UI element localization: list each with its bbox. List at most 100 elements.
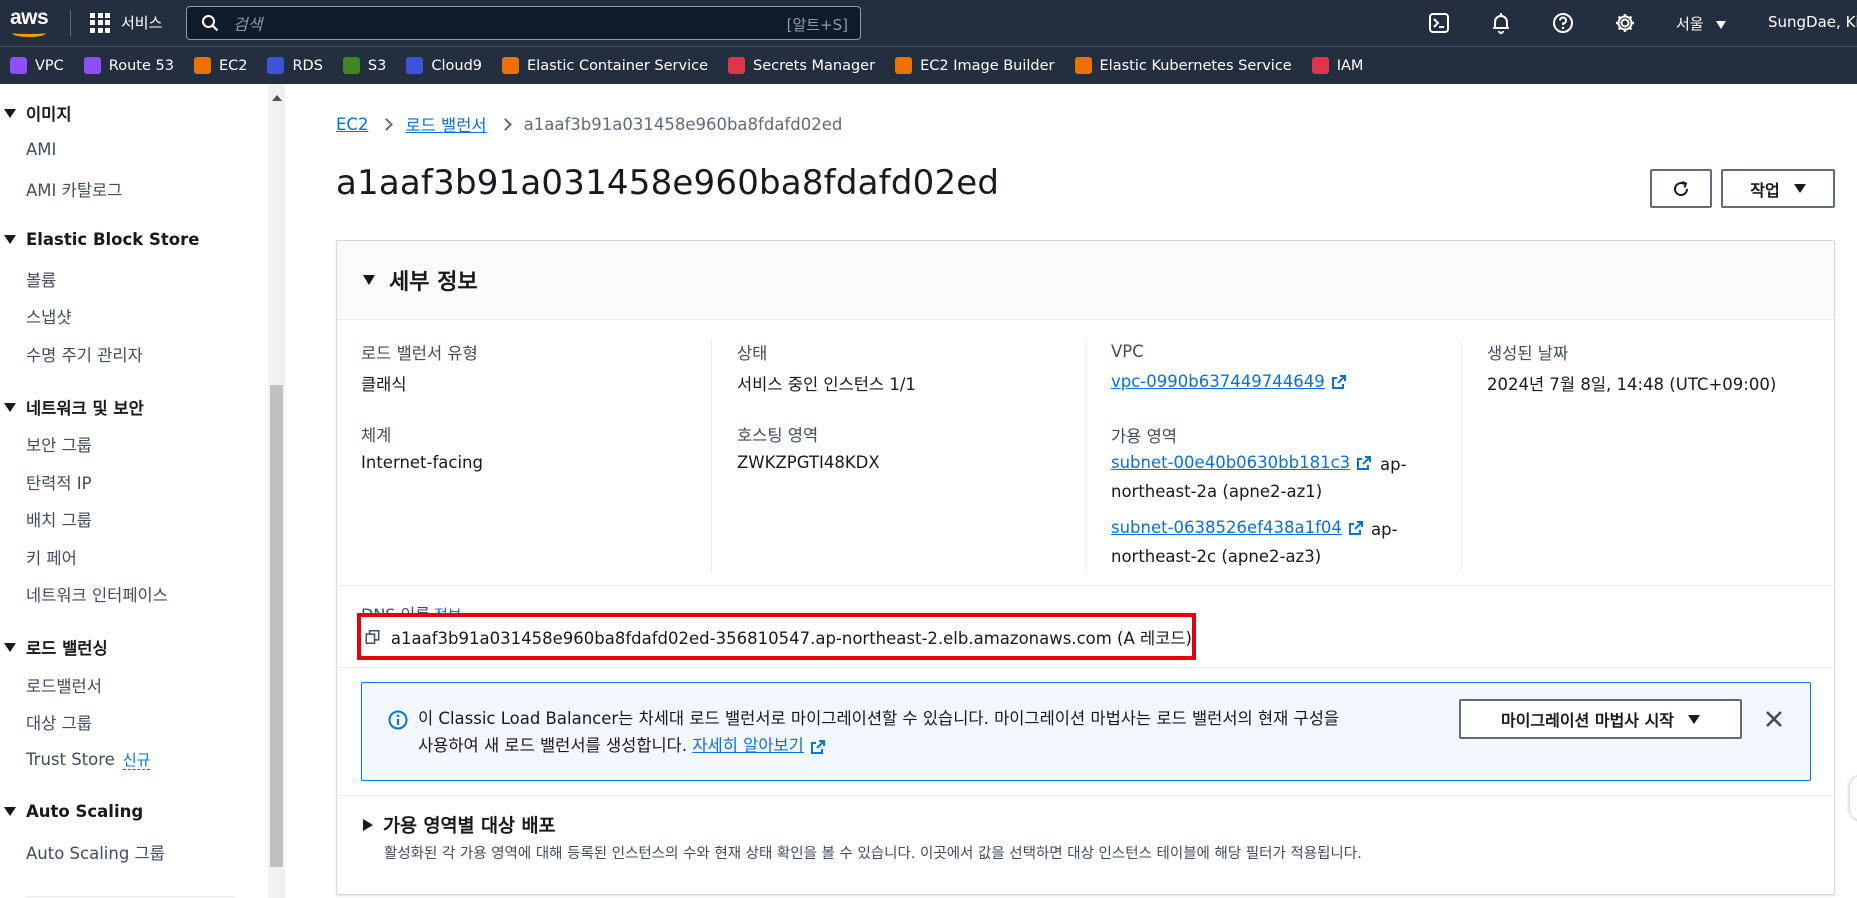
migration-info-alert: 이 Classic Load Balancer는 차세대 로드 밸런서로 마이그… <box>361 682 1811 781</box>
new-badge: 신규 <box>122 751 151 770</box>
favorite-ec2-image-builder[interactable]: EC2 Image Builder <box>895 57 1055 74</box>
service-icon <box>10 57 27 74</box>
aws-logo[interactable]: aws <box>10 7 50 39</box>
notifications-bell-icon[interactable] <box>1490 12 1512 34</box>
region-label: 서울 <box>1676 15 1704 33</box>
sidebar-item-target-groups[interactable]: 대상 그룹 <box>26 710 92 734</box>
sidebar-section-ebs[interactable]: Elastic Block Store <box>0 230 199 249</box>
lb-type-label: 로드 밸런서 유형 <box>361 344 478 363</box>
breadcrumb-load-balancers[interactable]: 로드 밸런서 <box>405 112 486 136</box>
lb-type-value: 클래식 <box>361 375 407 394</box>
services-menu-button[interactable]: 서비스 <box>90 12 162 33</box>
favorite-route-53[interactable]: Route 53 <box>83 57 174 74</box>
subnet-link[interactable]: subnet-0638526ef438a1f04 <box>1111 518 1364 537</box>
sidebar-section-title: 네트워크 및 보안 <box>26 399 144 418</box>
sidebar-section-auto-scaling[interactable]: Auto Scaling <box>0 802 143 821</box>
sidebar-item-auto-scaling-groups[interactable]: Auto Scaling 그룹 <box>26 840 165 864</box>
created-label: 생성된 날짜 <box>1487 344 1569 363</box>
favorites-bar: VPC Route 53 EC2 RDS S3 Cloud9 Elastic Contain… <box>0 46 1857 84</box>
service-icon <box>1074 57 1092 74</box>
sidebar-item-security-groups[interactable]: 보안 그룹 <box>26 432 92 456</box>
chevron-right-icon <box>498 117 512 131</box>
sidebar-scrollbar-thumb[interactable] <box>270 385 283 867</box>
favorite-secrets-manager[interactable]: Secrets Manager <box>728 57 875 74</box>
external-link-icon <box>1348 520 1363 535</box>
details-title: 세부 정보 <box>389 270 478 295</box>
service-icon <box>267 57 285 74</box>
caret-down-icon <box>363 275 375 285</box>
sidebar-section-title: Elastic Block Store <box>26 230 200 249</box>
sidebar-item-snapshots[interactable]: 스냅샷 <box>26 304 72 328</box>
favorite-label: Elastic Container Service <box>527 57 708 74</box>
sidebar-item-key-pairs[interactable]: 키 페어 <box>26 545 77 569</box>
scroll-up-arrow-icon[interactable] <box>272 95 282 101</box>
service-icon <box>342 57 360 74</box>
favorite-rds[interactable]: RDS <box>267 57 323 74</box>
favorite-elastic-kubernetes-service[interactable]: Elastic Kubernetes Service <box>1074 57 1292 74</box>
sidebar-section-images[interactable]: 이미지 <box>0 101 72 125</box>
subnet-zone-cont: northeast-2a (apne2-az1) <box>1111 482 1323 501</box>
favorite-elastic-container-service[interactable]: Elastic Container Service <box>502 57 708 74</box>
scheme-value: Internet-facing <box>361 453 483 472</box>
actions-button[interactable]: 작업 <box>1721 169 1835 208</box>
favorite-iam[interactable]: IAM <box>1311 57 1363 74</box>
hosted-zone-label: 호스팅 영역 <box>737 426 819 445</box>
sidebar-item-lifecycle-manager[interactable]: 수명 주기 관리자 <box>26 342 143 366</box>
az-distribution-header[interactable]: 가용 영역별 대상 배포 <box>361 812 556 838</box>
search-placeholder: 검색 <box>233 15 263 34</box>
sidebar-item-network-interfaces[interactable]: 네트워크 인터페이스 <box>26 582 168 606</box>
service-icon <box>728 57 745 74</box>
service-icon <box>83 57 101 74</box>
sidebar-item-placement-groups[interactable]: 배치 그룹 <box>26 507 92 531</box>
caret-right-icon <box>363 819 373 831</box>
sidebar-item-ami[interactable]: AMI <box>26 140 56 159</box>
section-divider <box>336 795 1835 796</box>
sidebar-section-title: 로드 밸런싱 <box>26 639 108 658</box>
subnet-link[interactable]: subnet-00e40b0630bb181c3 <box>1111 453 1372 472</box>
learn-more-link[interactable]: 자세히 알아보기 <box>692 736 826 755</box>
sidebar-item-ami-catalog[interactable]: AMI 카탈로그 <box>26 177 122 201</box>
caret-down-icon <box>4 108 16 118</box>
dns-name-highlight: a1aaf3b91a031458e960ba8fdafd02ed-3568105… <box>357 613 1196 660</box>
hosted-zone-value: ZWKZPGTI48KDX <box>737 453 880 472</box>
region-selector[interactable]: 서울 <box>1676 13 1727 34</box>
feedback-handle[interactable] <box>1850 776 1857 820</box>
service-icon <box>1311 57 1329 74</box>
cloudshell-icon[interactable] <box>1428 12 1450 34</box>
refresh-button[interactable] <box>1650 169 1712 208</box>
favorite-ec2[interactable]: EC2 <box>193 57 247 74</box>
nav-divider <box>70 10 71 36</box>
search-input[interactable]: 검색 [알트+S] <box>186 6 861 40</box>
sidebar-item-load-balancers[interactable]: 로드밸런서 <box>26 673 102 697</box>
sidebar-divider <box>26 896 236 897</box>
launch-migration-wizard-button[interactable]: 마이그레이션 마법사 시작 <box>1459 699 1742 739</box>
external-link-icon <box>1331 374 1346 389</box>
grid-icon <box>90 12 110 33</box>
caret-down-icon <box>1793 184 1806 193</box>
service-icon <box>502 57 520 74</box>
help-icon[interactable] <box>1552 12 1574 34</box>
sidebar-section-network-security[interactable]: 네트워크 및 보안 <box>0 395 144 419</box>
az-distribution-title: 가용 영역별 대상 배포 <box>383 816 556 837</box>
favorite-cloud9[interactable]: Cloud9 <box>406 57 482 74</box>
sidebar-item-volumes[interactable]: 볼륨 <box>26 267 56 291</box>
settings-gear-icon[interactable] <box>1614 12 1636 34</box>
details-header[interactable]: 세부 정보 <box>337 241 1834 320</box>
sidebar-item-trust-store[interactable]: Trust Store 신규 <box>26 749 151 770</box>
subnet-zone: ap- <box>1380 455 1407 474</box>
sidebar-item-elastic-ips[interactable]: 탄력적 IP <box>26 470 92 494</box>
copy-icon[interactable] <box>365 628 380 646</box>
favorite-label: EC2 Image Builder <box>920 57 1055 74</box>
sidebar-section-load-balancing[interactable]: 로드 밸런싱 <box>0 635 108 659</box>
state-value: 서비스 중인 인스턴스 1/1 <box>737 375 916 394</box>
migration-text-line1: 이 Classic Load Balancer는 차세대 로드 밸런서로 마이그… <box>418 709 1340 728</box>
close-icon[interactable] <box>1763 708 1785 730</box>
favorite-s3[interactable]: S3 <box>342 57 386 74</box>
caret-down-icon <box>4 402 16 412</box>
migration-info-text: 이 Classic Load Balancer는 차세대 로드 밸런서로 마이그… <box>418 705 1458 759</box>
breadcrumb-ec2[interactable]: EC2 <box>336 115 368 134</box>
account-menu[interactable]: SungDae, Kim <box>1768 13 1857 31</box>
vpc-link[interactable]: vpc-0990b637449744649 <box>1111 372 1347 391</box>
page-title: a1aaf3b91a031458e960ba8fdafd02ed <box>336 163 1000 203</box>
favorite-vpc[interactable]: VPC <box>10 57 64 74</box>
